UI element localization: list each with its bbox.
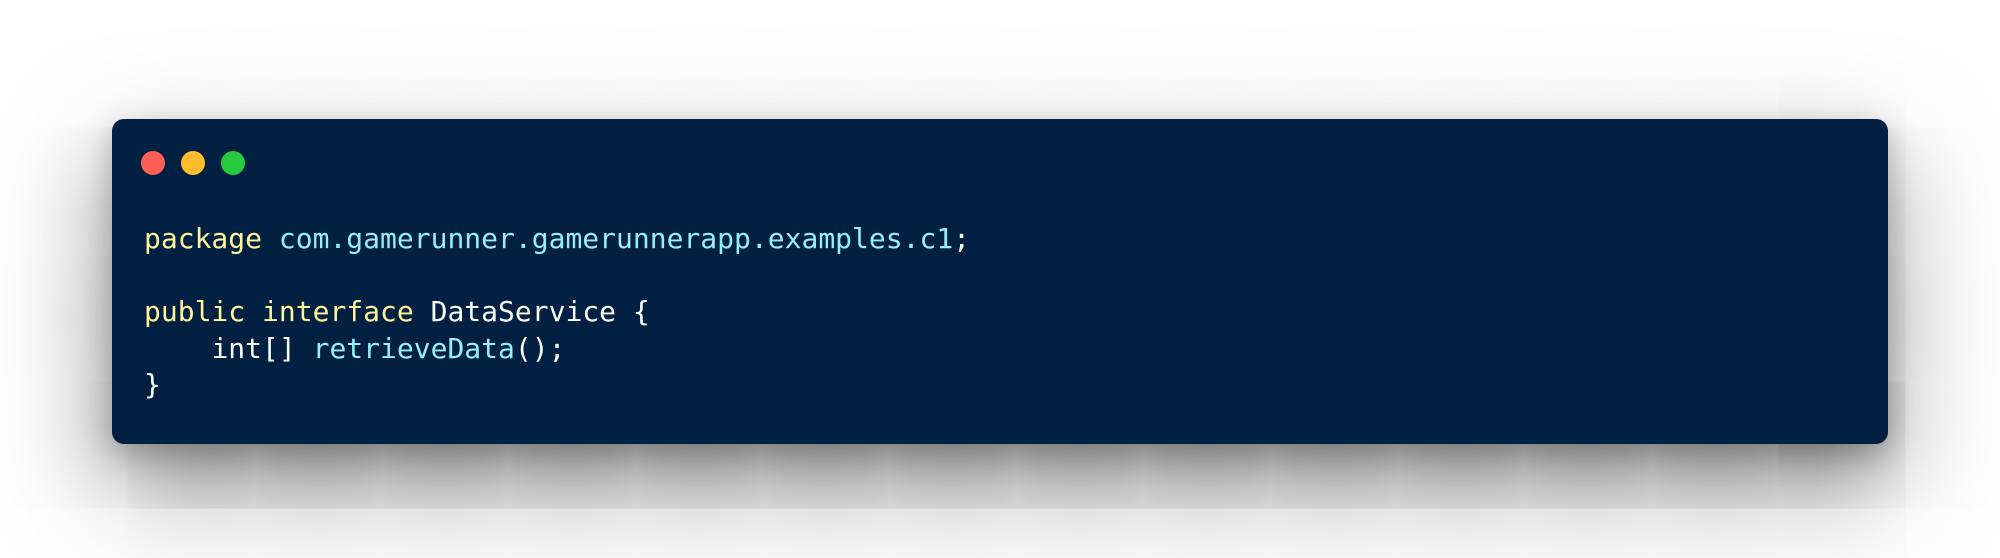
semicolon: ; [953,222,971,255]
code-line-1: package com.gamerunner.gamerunnerapp.exa… [144,221,970,258]
code-line-4: int[] retrieveData(); [144,331,970,368]
keyword-interface: interface [262,295,414,328]
code-line-3: public interface DataService { [144,294,970,331]
maximize-button-icon[interactable] [221,151,245,175]
keyword-public: public [144,295,246,328]
code-line-5: } [144,367,970,404]
return-type: int[] [211,331,296,365]
method-end: (); [514,331,566,365]
method-name: retrieveData [312,331,515,365]
closing-brace: } [144,368,161,401]
close-button-icon[interactable] [141,151,165,175]
code-block: package com.gamerunner.gamerunnerapp.exa… [144,221,970,404]
code-line-2-empty [144,258,970,295]
package-name: com.gamerunner.gamerunnerapp.examples.c1 [278,222,954,255]
screenshot-stage: package com.gamerunner.gamerunnerapp.exa… [0,0,2000,558]
interface-declaration: DataService { [413,295,650,328]
window-controls [141,151,245,175]
code-window: package com.gamerunner.gamerunnerapp.exa… [112,119,1888,444]
keyword-package: package [144,222,263,255]
minimize-button-icon[interactable] [181,151,205,175]
